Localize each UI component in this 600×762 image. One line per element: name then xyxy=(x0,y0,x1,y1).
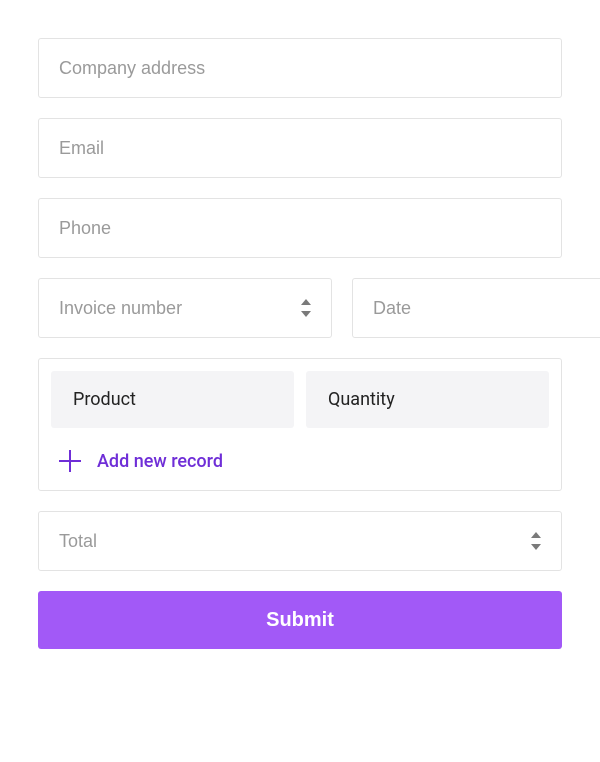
stepper-down-icon[interactable] xyxy=(531,544,541,550)
invoice-number-field[interactable] xyxy=(38,278,332,338)
table-header-quantity: Quantity xyxy=(306,371,549,428)
email-input[interactable] xyxy=(59,119,541,177)
phone-field[interactable] xyxy=(38,198,562,258)
line-items-table: Product Quantity Add new record xyxy=(38,358,562,491)
table-header-product: Product xyxy=(51,371,294,428)
stepper-up-icon[interactable] xyxy=(531,532,541,538)
phone-input[interactable] xyxy=(59,199,541,257)
date-input[interactable] xyxy=(373,279,600,337)
stepper-down-icon[interactable] xyxy=(301,311,311,317)
table-header-row: Product Quantity xyxy=(51,371,549,428)
company-address-input[interactable] xyxy=(59,39,541,97)
total-field[interactable] xyxy=(38,511,562,571)
total-input[interactable] xyxy=(59,512,521,570)
add-new-record-button[interactable]: Add new record xyxy=(51,450,549,472)
submit-button[interactable]: Submit xyxy=(38,591,562,649)
stepper-up-icon[interactable] xyxy=(301,299,311,305)
add-new-record-label: Add new record xyxy=(97,451,223,472)
email-field[interactable] xyxy=(38,118,562,178)
company-address-field[interactable] xyxy=(38,38,562,98)
plus-icon xyxy=(59,450,81,472)
date-field[interactable] xyxy=(352,278,600,338)
invoice-number-stepper[interactable] xyxy=(291,299,311,317)
total-stepper[interactable] xyxy=(521,532,541,550)
invoice-number-input[interactable] xyxy=(59,279,291,337)
